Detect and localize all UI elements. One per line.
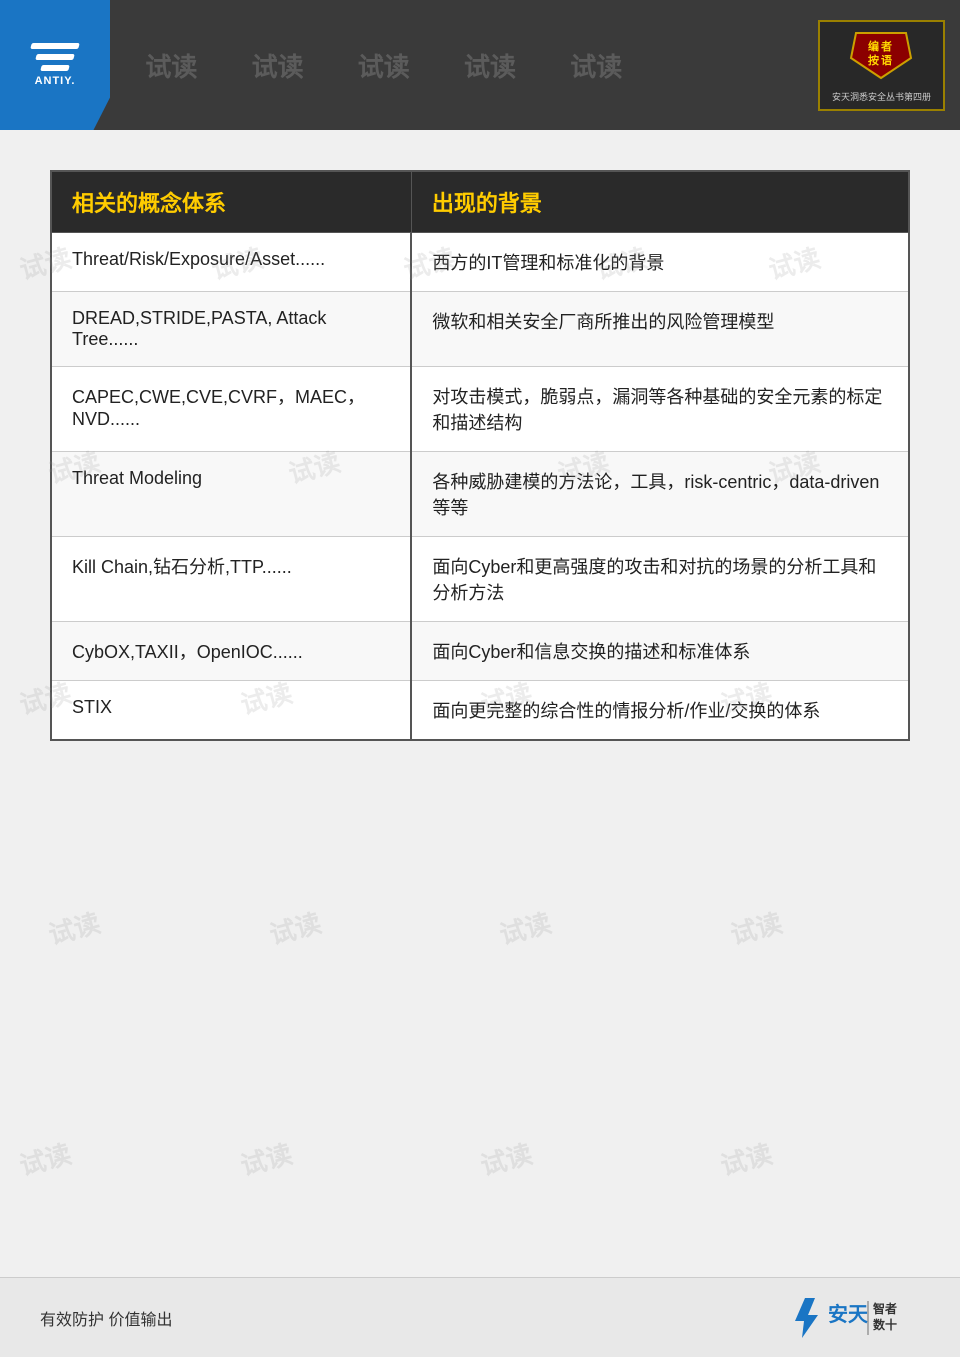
svg-text:按语: 按语	[868, 53, 894, 67]
header-wm-4: 试读	[464, 47, 516, 84]
table-row: Kill Chain,钻石分析,TTP......面向Cyber和更高强度的攻击…	[51, 537, 909, 622]
wm-21: 试读	[716, 1134, 776, 1183]
table-cell-right-0: 西方的IT管理和标准化的背景	[411, 233, 909, 292]
table-row: CybOX,TAXII，OpenIOC......面向Cyber和信息交换的描述…	[51, 622, 909, 681]
badge-subtitle: 安天洞悉安全丛书第四册	[832, 90, 931, 103]
table-row: CAPEC,CWE,CVE,CVRF，MAEC，NVD......对攻击模式，脆…	[51, 367, 909, 452]
table-cell-left-3: Threat Modeling	[51, 452, 411, 537]
table-cell-left-1: DREAD,STRIDE,PASTA, Attack Tree......	[51, 292, 411, 367]
table-row: Threat/Risk/Exposure/Asset......西方的IT管理和…	[51, 233, 909, 292]
footer: 有效防护 价值输出 安天 智者 数十	[0, 1277, 960, 1357]
wm-19: 试读	[236, 1134, 296, 1183]
wm-16: 试读	[495, 903, 555, 952]
logo-line-3	[40, 65, 70, 71]
table-row: STIX面向更完整的综合性的情报分析/作业/交换的体系	[51, 681, 909, 741]
table-cell-left-4: Kill Chain,钻石分析,TTP......	[51, 537, 411, 622]
table-cell-right-4: 面向Cyber和更高强度的攻击和对抗的场景的分析工具和分析方法	[411, 537, 909, 622]
wm-15: 试读	[265, 903, 325, 952]
table-cell-right-2: 对攻击模式，脆弱点，漏洞等各种基础的安全元素的标定和描述结构	[411, 367, 909, 452]
wm-20: 试读	[476, 1134, 536, 1183]
header-wm-5: 试读	[570, 47, 622, 84]
logo-text: ANTIY.	[35, 75, 76, 87]
header-wm-1: 试读	[145, 47, 197, 84]
svg-text:智者: 智者	[872, 1301, 897, 1316]
svg-text:编者: 编者	[868, 39, 894, 53]
svg-text:数十: 数十	[873, 1317, 897, 1332]
svg-text:安天: 安天	[828, 1302, 869, 1326]
table-row: Threat Modeling各种威胁建模的方法论，工具，risk-centri…	[51, 452, 909, 537]
table-cell-left-2: CAPEC,CWE,CVE,CVRF，MAEC，NVD......	[51, 367, 411, 452]
header-wm-3: 试读	[358, 47, 410, 84]
antiy-brand-logo: 安天 智者 数十	[790, 1293, 920, 1343]
table-cell-left-0: Threat/Risk/Exposure/Asset......	[51, 233, 411, 292]
main-content: 相关的概念体系 出现的背景 Threat/Risk/Exposure/Asset…	[0, 130, 960, 771]
header-wm-2: 试读	[252, 47, 304, 84]
table-cell-right-1: 微软和相关安全厂商所推出的风险管理模型	[411, 292, 909, 367]
table-cell-left-5: CybOX,TAXII，OpenIOC......	[51, 622, 411, 681]
col2-header: 出现的背景	[411, 171, 909, 233]
header-right-badge: 编者 按语 安天洞悉安全丛书第四册	[818, 20, 945, 111]
wm-17: 试读	[726, 903, 786, 952]
logo-line-1	[30, 43, 80, 49]
header-watermark-area: 试读 试读 试读 试读 试读	[110, 0, 818, 130]
table-cell-right-3: 各种威胁建模的方法论，工具，risk-centric，data-driven等等	[411, 452, 909, 537]
table-row: DREAD,STRIDE,PASTA, Attack Tree......微软和…	[51, 292, 909, 367]
wm-14: 试读	[44, 903, 104, 952]
brand-svg: 安天 智者 数十	[790, 1293, 920, 1343]
concepts-table: 相关的概念体系 出现的背景 Threat/Risk/Exposure/Asset…	[50, 170, 910, 741]
footer-tagline: 有效防护 价值输出	[40, 1306, 172, 1330]
col1-header: 相关的概念体系	[51, 171, 411, 233]
logo-emblem	[31, 43, 79, 71]
table-cell-left-6: STIX	[51, 681, 411, 741]
company-logo: ANTIY.	[0, 0, 110, 130]
badge-title-cn: 编者 按语	[846, 28, 916, 88]
wm-18: 试读	[15, 1134, 75, 1183]
table-cell-right-5: 面向Cyber和信息交换的描述和标准体系	[411, 622, 909, 681]
header: ANTIY. 试读 试读 试读 试读 试读 编者 按语 安天洞悉安全丛书第四册	[0, 0, 960, 130]
table-cell-right-6: 面向更完整的综合性的情报分析/作业/交换的体系	[411, 681, 909, 741]
footer-brand: 安天 智者 数十	[790, 1293, 920, 1343]
logo-line-2	[35, 54, 75, 60]
